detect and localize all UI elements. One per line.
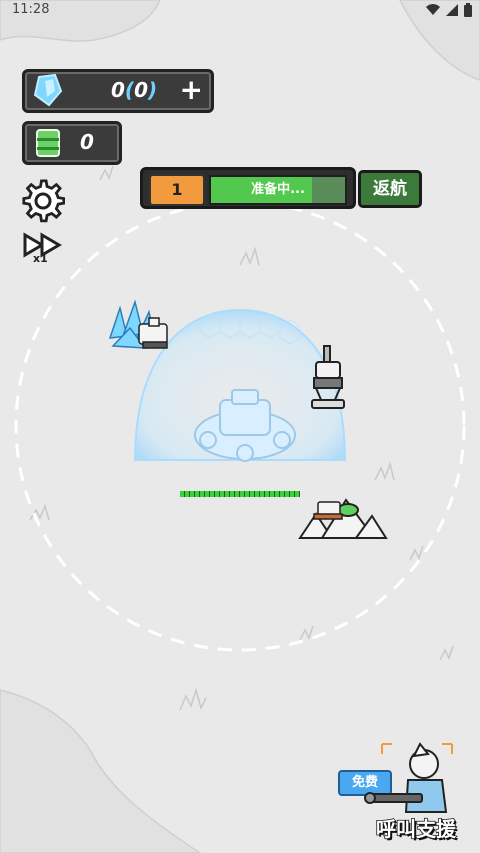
wave-progress-bar: 1 准备中... <box>140 167 356 209</box>
status-time: 11:28 <box>12 2 50 17</box>
fuel-amount: 0 <box>80 130 94 154</box>
game-speed-label: x1 <box>33 252 48 265</box>
status-icons <box>426 3 472 17</box>
crystal-mine[interactable] <box>105 298 175 358</box>
battery-icon <box>464 3 472 17</box>
wave-number: 1 <box>149 174 205 206</box>
crystal-bonus: 0 <box>134 78 148 102</box>
wave-status-text: 准备中... <box>251 182 305 197</box>
fuel-resource-panel: 0 <box>22 121 122 165</box>
return-button[interactable]: 返航 <box>358 170 422 208</box>
wave-progress-track: 准备中... <box>209 175 347 205</box>
gun-turret[interactable] <box>308 344 348 410</box>
support-soldier-icon[interactable] <box>362 738 462 818</box>
harvester-tank <box>138 317 168 349</box>
call-support-button[interactable]: 呼叫支援 <box>375 813 457 842</box>
base-health-bar-fill <box>180 491 300 497</box>
crystal-bracket-open: ( <box>124 78 135 102</box>
signal-icon <box>446 4 458 16</box>
main-base-building[interactable] <box>190 385 300 465</box>
crystal-amount: 0 <box>111 78 125 102</box>
status-bar: 11:28 <box>0 0 480 22</box>
crystal-resource-panel: 0(0) + <box>22 69 214 113</box>
game-speed-button[interactable]: x1 <box>22 232 66 268</box>
settings-gear-icon[interactable] <box>21 179 65 223</box>
add-crystal-button[interactable]: + <box>180 74 203 106</box>
wifi-icon <box>426 4 440 15</box>
crystal-amount-display: 0(0) <box>111 78 157 102</box>
crystal-icon <box>33 73 63 107</box>
base-health-bar <box>180 491 300 497</box>
crystal-bracket-close: ) <box>147 78 158 102</box>
ore-mine[interactable] <box>296 494 388 542</box>
ore-tank <box>313 501 343 520</box>
fuel-barrel-icon <box>36 129 60 157</box>
